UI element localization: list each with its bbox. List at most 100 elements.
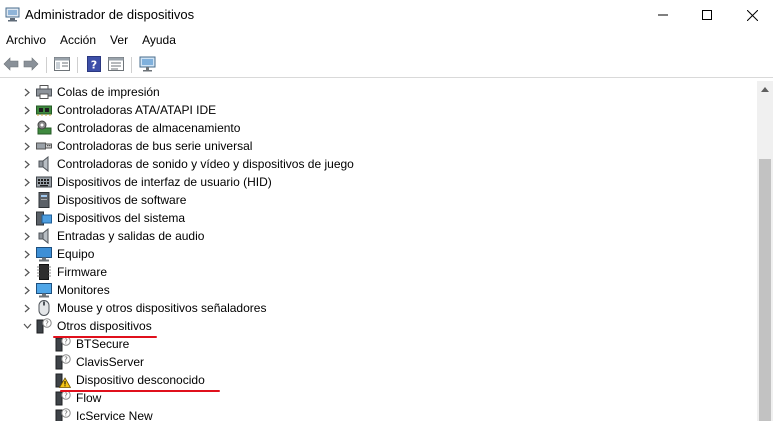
svg-text:?: ? <box>64 392 68 400</box>
chevron-down-icon[interactable] <box>22 317 32 335</box>
tree-item-sonido-video[interactable]: Controladoras de sonido y vídeo y dispos… <box>22 155 354 173</box>
computer-icon <box>36 246 52 262</box>
tree-item-audio-io[interactable]: Entradas y salidas de audio <box>22 227 204 245</box>
chevron-right-icon[interactable] <box>22 263 32 281</box>
tree-item-sistema[interactable]: Dispositivos del sistema <box>22 209 185 227</box>
maximize-button[interactable] <box>684 0 730 30</box>
chevron-right-icon[interactable] <box>22 119 32 137</box>
tree-item-mouse[interactable]: Mouse y otros dispositivos señaladores <box>22 299 266 317</box>
back-arrow-icon[interactable] <box>2 55 20 73</box>
window-title: Administrador de dispositivos <box>25 7 195 22</box>
chevron-right-icon[interactable] <box>22 191 32 209</box>
menu-ver[interactable]: Ver <box>104 30 136 50</box>
toolbar-separator <box>131 57 132 73</box>
tree-item-otros-dispositivos[interactable]: ? Otros dispositivos <box>22 317 152 335</box>
toolbar: ? <box>0 52 773 78</box>
tree-item-equipo[interactable]: Equipo <box>22 245 94 263</box>
toolbar-separator <box>46 57 47 73</box>
tree-item-label: Otros dispositivos <box>57 319 152 333</box>
tree-item-label: Dispositivos de interfaz de usuario (HID… <box>57 175 272 189</box>
tree-item-label: Dispositivo desconocido <box>76 373 205 387</box>
firmware-chip-icon <box>36 264 52 280</box>
chevron-right-icon[interactable] <box>22 299 32 317</box>
menu-archivo[interactable]: Archivo <box>0 30 54 50</box>
scroll-up-arrow-icon[interactable] <box>757 81 773 97</box>
chevron-right-icon[interactable] <box>22 281 32 299</box>
tree-item-almacenamiento[interactable]: Controladoras de almacenamiento <box>22 119 240 137</box>
tree-item-label: Flow <box>76 391 102 405</box>
scan-hardware-monitor-icon[interactable] <box>139 55 157 73</box>
svg-text:?: ? <box>45 320 49 328</box>
chevron-right-icon[interactable] <box>22 137 32 155</box>
unknown-device-icon: ? <box>55 390 71 406</box>
ide-controller-icon <box>36 102 52 118</box>
monitor-icon <box>36 282 52 298</box>
tree-item-ata-ide[interactable]: Controladoras ATA/ATAPI IDE <box>22 101 216 119</box>
tree-item-label: Mouse y otros dispositivos señaladores <box>57 301 267 315</box>
tree-item-colas-impresion[interactable]: Colas de impresión <box>22 83 160 101</box>
properties-window-icon[interactable] <box>53 55 71 73</box>
printer-icon <box>36 84 52 100</box>
menu-accion[interactable]: Acción <box>54 30 104 50</box>
highlight-underline-otros <box>53 336 157 338</box>
tree-item-software[interactable]: Dispositivos de software <box>22 191 186 209</box>
tree-item-label: Dispositivos de software <box>57 193 187 207</box>
title-bar: Administrador de dispositivos <box>0 0 773 30</box>
tree-item-label: Entradas y salidas de audio <box>57 229 205 243</box>
chevron-right-icon[interactable] <box>22 173 32 191</box>
minimize-button[interactable] <box>640 0 686 30</box>
scrollbar-thumb[interactable] <box>759 159 771 421</box>
tree-item-label: IcService New <box>76 409 153 421</box>
tree-child-icservice-new[interactable]: ? IcService New <box>55 407 153 421</box>
chevron-right-icon[interactable] <box>22 227 32 245</box>
svg-text:?: ? <box>64 410 68 418</box>
menu-bar: Archivo Acción Ver Ayuda <box>0 30 773 50</box>
tree-item-monitores[interactable]: Monitores <box>22 281 110 299</box>
tree-item-label: BTSecure <box>76 337 130 351</box>
tree-item-label: Equipo <box>57 247 95 261</box>
tree-item-label: Colas de impresión <box>57 85 160 99</box>
mouse-icon <box>36 300 52 316</box>
vertical-scrollbar[interactable] <box>757 81 773 421</box>
chevron-right-icon[interactable] <box>22 245 32 263</box>
tree-item-usb[interactable]: Controladoras de bus serie universal <box>22 137 252 155</box>
usb-icon <box>36 138 52 154</box>
menu-ayuda[interactable]: Ayuda <box>136 30 184 50</box>
unknown-device-icon: ? <box>55 408 71 421</box>
system-device-icon <box>36 210 52 226</box>
forward-arrow-icon[interactable] <box>22 55 40 73</box>
action-pane-icon[interactable] <box>107 55 125 73</box>
keyboard-icon <box>36 174 52 190</box>
tree-item-label: Controladoras ATA/ATAPI IDE <box>57 103 217 117</box>
device-manager-icon <box>5 7 20 22</box>
chevron-right-icon[interactable] <box>22 101 32 119</box>
tree-item-label: ClavisServer <box>76 355 145 369</box>
tree-item-label: Dispositivos del sistema <box>57 211 186 225</box>
tree-child-dispositivo-desconocido[interactable]: Dispositivo desconocido <box>55 371 205 389</box>
tree-item-label: Firmware <box>57 265 107 279</box>
chevron-right-icon[interactable] <box>22 209 32 227</box>
close-button[interactable] <box>729 0 773 30</box>
unknown-device-icon: ? <box>55 354 71 370</box>
tree-item-label: Controladoras de almacenamiento <box>57 121 241 135</box>
unknown-device-icon: ? <box>36 318 52 334</box>
svg-text:?: ? <box>91 59 97 72</box>
chevron-right-icon[interactable] <box>22 155 32 173</box>
highlight-underline-desconocido <box>60 390 220 392</box>
tree-child-clavisserver[interactable]: ? ClavisServer <box>55 353 144 371</box>
tree-item-firmware[interactable]: Firmware <box>22 263 107 281</box>
device-tree: Colas de impresión Controladoras ATA/ATA… <box>0 81 756 421</box>
help-icon[interactable]: ? <box>85 55 103 73</box>
toolbar-separator <box>77 57 78 73</box>
unknown-device-icon: ? <box>55 336 71 352</box>
software-device-icon <box>36 192 52 208</box>
tree-item-hid[interactable]: Dispositivos de interfaz de usuario (HID… <box>22 173 272 191</box>
speaker-icon <box>36 228 52 244</box>
chevron-right-icon[interactable] <box>22 83 32 101</box>
tree-item-label: Monitores <box>57 283 110 297</box>
tree-item-label: Controladoras de bus serie universal <box>57 139 253 153</box>
svg-text:?: ? <box>64 356 68 364</box>
speaker-icon <box>36 156 52 172</box>
svg-text:?: ? <box>64 338 68 346</box>
tree-item-label: Controladoras de sonido y vídeo y dispos… <box>57 157 354 171</box>
